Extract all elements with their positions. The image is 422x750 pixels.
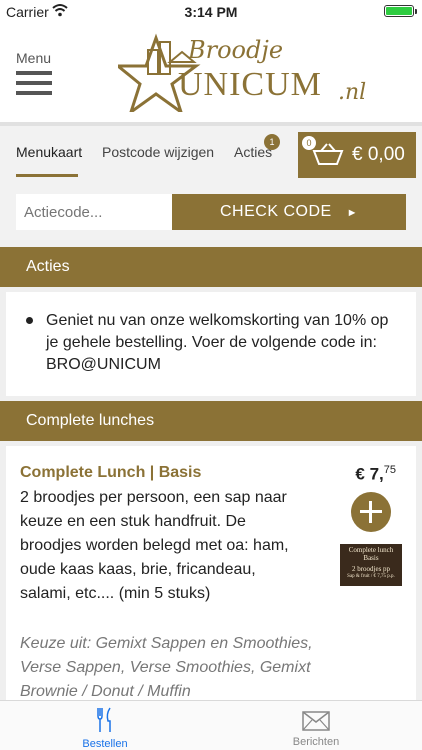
basket-icon [312, 143, 344, 165]
thumb-line2: Basis [363, 554, 379, 562]
nav-label-berichten: Berichten [292, 736, 340, 748]
logo: Broodje UNICUM .nl [113, 32, 366, 117]
menu-button[interactable]: Menu [16, 50, 56, 101]
product-card: Complete Lunch | Basis 2 broodjes per pe… [6, 446, 416, 700]
product-thumbnail[interactable]: Complete lunch Basis 2 broodjes pp Sap &… [340, 544, 402, 586]
check-code-label: CHECK CODE [219, 203, 332, 220]
add-to-cart-button[interactable] [351, 492, 391, 532]
active-tab-indicator [16, 174, 78, 177]
section-header-acties: Acties [0, 247, 422, 287]
promo-card: Geniet nu van onze welkomskorting van 10… [6, 292, 416, 396]
tab-menukaart[interactable]: Menukaart [16, 144, 82, 160]
action-code-row: CHECK CODE ► [0, 178, 422, 240]
play-icon: ► [346, 207, 359, 219]
nav-item-berichten[interactable]: Berichten [266, 707, 366, 748]
bullet-icon [26, 317, 33, 324]
battery-icon [384, 5, 417, 17]
cart-total: € 0,00 [352, 144, 405, 165]
menu-label: Menu [16, 50, 52, 66]
envelope-icon [302, 711, 330, 731]
product-price: € 7,75 [355, 464, 396, 485]
status-bar: Carrier 3:14 PM [0, 0, 422, 22]
product-choices: Keuze uit: Gemixt Sappen en Smoothies, V… [20, 635, 313, 700]
price-cents: 75 [383, 464, 396, 476]
fork-knife-icon [97, 707, 111, 732]
cart-button[interactable]: 0 € 0,00 [298, 132, 416, 178]
tab-postcode-wijzigen[interactable]: Postcode wijzigen [102, 144, 214, 160]
thumb-line1: Complete lunch [348, 546, 394, 554]
bottom-nav: Bestellen Berichten [0, 700, 422, 750]
thumb-line3: 2 broodjes pp [351, 565, 391, 573]
price-euros: € 7, [355, 464, 384, 484]
logo-nl: .nl [338, 80, 367, 105]
acties-badge: 1 [264, 134, 280, 150]
logo-unicum: UNICUM [178, 66, 322, 103]
action-code-input[interactable] [16, 194, 172, 230]
tabs-bar: Menukaart Postcode wijzigen Acties 1 0 €… [0, 122, 422, 178]
nav-item-bestellen[interactable]: Bestellen [55, 707, 155, 750]
logo-broodje: Broodje [188, 36, 284, 64]
nav-label-bestellen: Bestellen [82, 738, 128, 750]
thumb-line4: Sap & fruit / € 7,75 p.p. [347, 574, 395, 579]
check-code-button[interactable]: CHECK CODE ► [172, 194, 406, 230]
promo-text: Geniet nu van onze welkomskorting van 10… [46, 312, 389, 373]
section-header-complete-lunches: Complete lunches [0, 401, 422, 441]
hamburger-icon [16, 71, 56, 95]
product-description: 2 broodjes per persoon, een sap naar keu… [20, 489, 289, 602]
app-header: Menu Broodje UNICUM .nl [0, 22, 422, 122]
clock: 3:14 PM [184, 4, 238, 20]
